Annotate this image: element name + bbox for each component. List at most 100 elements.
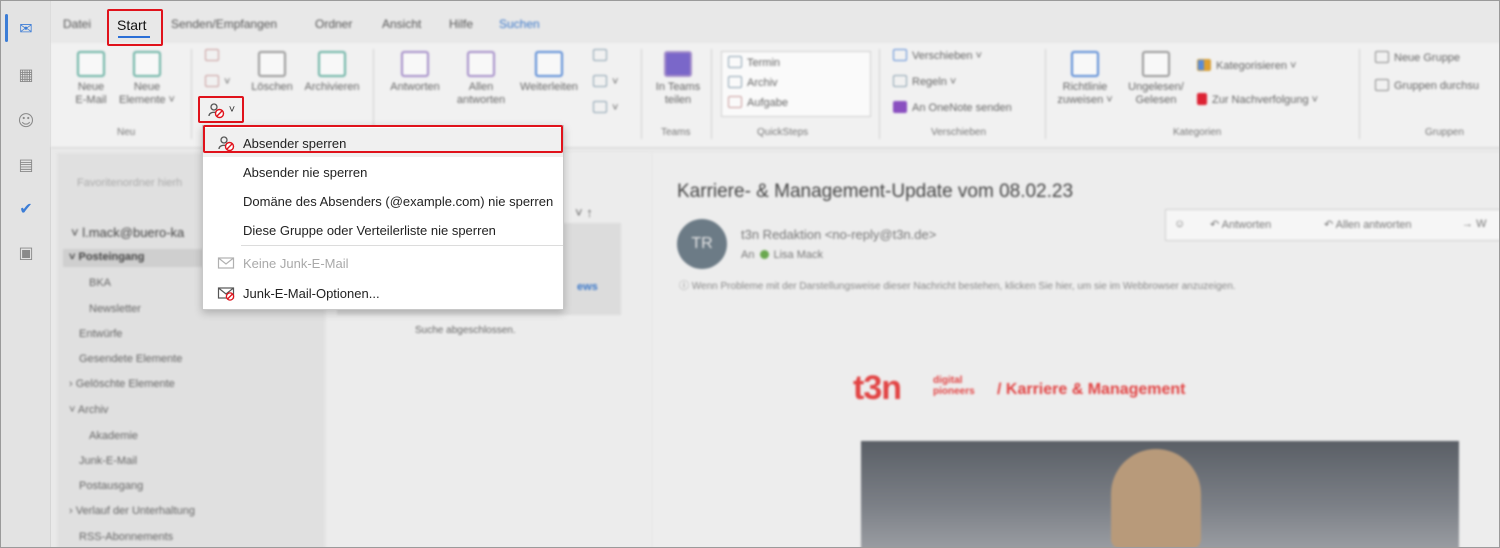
menu-item-label: Keine Junk-E-Mail xyxy=(243,256,349,271)
group-separator xyxy=(191,49,192,139)
folder-label: Verlauf der Unterhaltung xyxy=(75,505,195,517)
new-items-button[interactable]: Neue Elemente ˅ xyxy=(115,51,179,107)
cleanup-icon[interactable]: ˅ xyxy=(205,75,230,88)
info-icon: ⓘ xyxy=(679,281,689,292)
folder-verlauf[interactable]: › Verlauf der Unterhaltung xyxy=(69,505,195,517)
forward-button[interactable]: Weiterleiten xyxy=(515,51,583,94)
menu-item-never-block-group[interactable]: Diese Gruppe oder Verteilerliste nie spe… xyxy=(203,215,563,244)
policy-label: Richtlinie zuweisen ˅ xyxy=(1057,81,1113,106)
menu-item-label: Junk-E-Mail-Optionen... xyxy=(243,286,380,301)
menu-item-junk-options[interactable]: Junk-E-Mail-Optionen... xyxy=(203,278,563,307)
folder-entwuerfe[interactable]: Entwürfe xyxy=(79,328,122,340)
new-group-label: Neue Gruppe xyxy=(1394,52,1461,64)
delete-button[interactable]: Löschen xyxy=(247,51,297,94)
folder-label: Archiv xyxy=(77,404,109,416)
menu-item-never-block-domain[interactable]: Domäne des Absenders (@example.com) nie … xyxy=(203,186,563,215)
mail-icon[interactable]: ✉ xyxy=(13,15,39,41)
archive-icon xyxy=(318,51,346,77)
folder-junk[interactable]: Junk-E-Mail xyxy=(79,455,137,467)
t3n-logo-subtitle: digital pioneers xyxy=(933,375,975,397)
message-actions: ☺ ↶ Antworten ↶ Allen antworten → W xyxy=(1165,209,1499,241)
move-button[interactable]: Verschieben ˅ xyxy=(893,49,982,62)
ignore-icon[interactable] xyxy=(205,49,224,62)
menu-item-not-junk: Keine Junk-E-Mail xyxy=(203,248,563,277)
folder-newsletter[interactable]: Newsletter xyxy=(89,303,141,315)
action-reply-button[interactable]: ↶ Antworten xyxy=(1210,218,1271,231)
folder-geloeschte[interactable]: › Gelöschte Elemente xyxy=(69,378,175,390)
new-email-button[interactable]: Neue E-Mail xyxy=(69,51,113,107)
app-rail: ✉ ▦ ☺ ▤ ✔ ▣ xyxy=(1,1,51,547)
folder-posteingang[interactable]: ˅ Posteingang xyxy=(69,251,145,263)
tab-suchen[interactable]: Suchen xyxy=(499,17,540,31)
rail-active-indicator xyxy=(5,14,8,42)
menu-separator xyxy=(241,245,563,246)
folder-label: Gelöschte Elemente xyxy=(75,378,175,390)
rules-label: Regeln ˅ xyxy=(912,76,957,88)
message-sender[interactable]: t3n Redaktion <no-reply@t3n.de> xyxy=(741,227,936,242)
reply-all-label: Allen antworten xyxy=(456,81,506,106)
info-bar[interactable]: ⓘ Wenn Probleme mit der Darstellungsweis… xyxy=(679,277,1236,292)
group-label-teams: Teams xyxy=(661,127,691,138)
onenote-button[interactable]: An OneNote senden xyxy=(893,101,1012,114)
reading-pane: Karriere- & Management-Update vom 08.02.… xyxy=(653,153,1499,547)
quickstep-termin[interactable]: Termin xyxy=(728,56,780,69)
message-snippet: ews xyxy=(577,281,598,293)
folder-bka[interactable]: BKA xyxy=(89,277,111,289)
share-teams-button[interactable]: In Teams teilen xyxy=(649,51,707,107)
envelope-open-icon xyxy=(1142,51,1170,77)
emoji-icon[interactable]: ☺ xyxy=(1174,218,1185,230)
reply-button[interactable]: Antworten xyxy=(383,51,447,94)
unread-read-button[interactable]: Ungelesen/ Gelesen xyxy=(1121,51,1191,107)
archive-label: Archivieren xyxy=(304,81,360,93)
folder-archiv[interactable]: ˅ Archiv xyxy=(69,404,108,416)
categorize-button[interactable]: Kategorisieren ˅ xyxy=(1197,59,1296,72)
todo-check-icon[interactable]: ✔ xyxy=(13,195,39,221)
to-name[interactable]: Lisa Mack xyxy=(773,249,823,261)
browse-groups-label: Gruppen durchsu xyxy=(1394,80,1479,92)
new-group-button[interactable]: Neue Gruppe xyxy=(1375,51,1460,64)
reply-all-button[interactable]: Allen antworten xyxy=(449,51,513,107)
meeting-icon[interactable] xyxy=(593,49,612,62)
highlight-block-sender xyxy=(203,125,563,153)
forward-label: Weiterleiten xyxy=(520,81,578,93)
im-icon[interactable]: ˅ xyxy=(593,75,618,88)
tab-senden-empfangen[interactable]: Senden/Empfangen xyxy=(171,17,277,31)
quickstep-archiv[interactable]: Archiv xyxy=(728,76,778,89)
teams-icon xyxy=(664,51,692,77)
ribbon-tabs: Datei Senden/Empfangen Ordner Ansicht Hi… xyxy=(51,1,1499,43)
reply-icon xyxy=(401,51,429,77)
browse-groups-button[interactable]: Gruppen durchsu xyxy=(1375,79,1479,92)
people-icon[interactable]: ☺ xyxy=(13,107,39,133)
highlight-start-tab xyxy=(107,9,163,46)
sort-arrows-icon[interactable]: ˅ ↑ xyxy=(575,205,593,220)
tab-datei[interactable]: Datei xyxy=(63,17,91,31)
envelope-icon xyxy=(217,257,235,269)
menu-item-label: Domäne des Absenders (@example.com) nie … xyxy=(243,194,554,209)
folder-akademie[interactable]: Akademie xyxy=(89,430,138,442)
account-header[interactable]: ˅ l.mack@buero-ka xyxy=(71,225,184,240)
tab-ordner[interactable]: Ordner xyxy=(315,17,352,31)
apps-icon[interactable]: ▣ xyxy=(13,239,39,265)
action-forward-button[interactable]: → W xyxy=(1462,218,1486,230)
archive-button[interactable]: Archivieren xyxy=(299,51,365,94)
more-respond-icon[interactable]: ˅ xyxy=(593,101,618,114)
calendar-icon[interactable]: ▦ xyxy=(13,61,39,87)
folder-rss[interactable]: RSS-Abonnements xyxy=(79,531,173,543)
group-separator xyxy=(1359,49,1360,139)
favorites-placeholder: Favoritenordner hierh xyxy=(77,177,183,189)
action-reply-all-button[interactable]: ↶ Allen antworten xyxy=(1324,218,1412,231)
group-label-gruppen: Gruppen xyxy=(1425,127,1464,138)
tab-ansicht[interactable]: Ansicht xyxy=(382,17,421,31)
rules-button[interactable]: Regeln ˅ xyxy=(893,75,956,88)
quickstep-aufgabe[interactable]: Aufgabe xyxy=(728,96,788,109)
folder-gesendete[interactable]: Gesendete Elemente xyxy=(79,353,182,365)
menu-item-never-block-sender[interactable]: Absender nie sperren xyxy=(203,157,563,186)
policy-button[interactable]: Richtlinie zuweisen ˅ xyxy=(1051,51,1119,107)
trash-icon xyxy=(258,51,286,77)
move-label: Verschieben ˅ xyxy=(912,50,983,62)
followup-button[interactable]: Zur Nachverfolgung ˅ xyxy=(1197,93,1318,106)
folder-postausgang[interactable]: Postausgang xyxy=(79,480,143,492)
new-email-icon xyxy=(77,51,105,77)
tab-hilfe[interactable]: Hilfe xyxy=(449,17,473,31)
tasks-clipboard-icon[interactable]: ▤ xyxy=(13,151,39,177)
